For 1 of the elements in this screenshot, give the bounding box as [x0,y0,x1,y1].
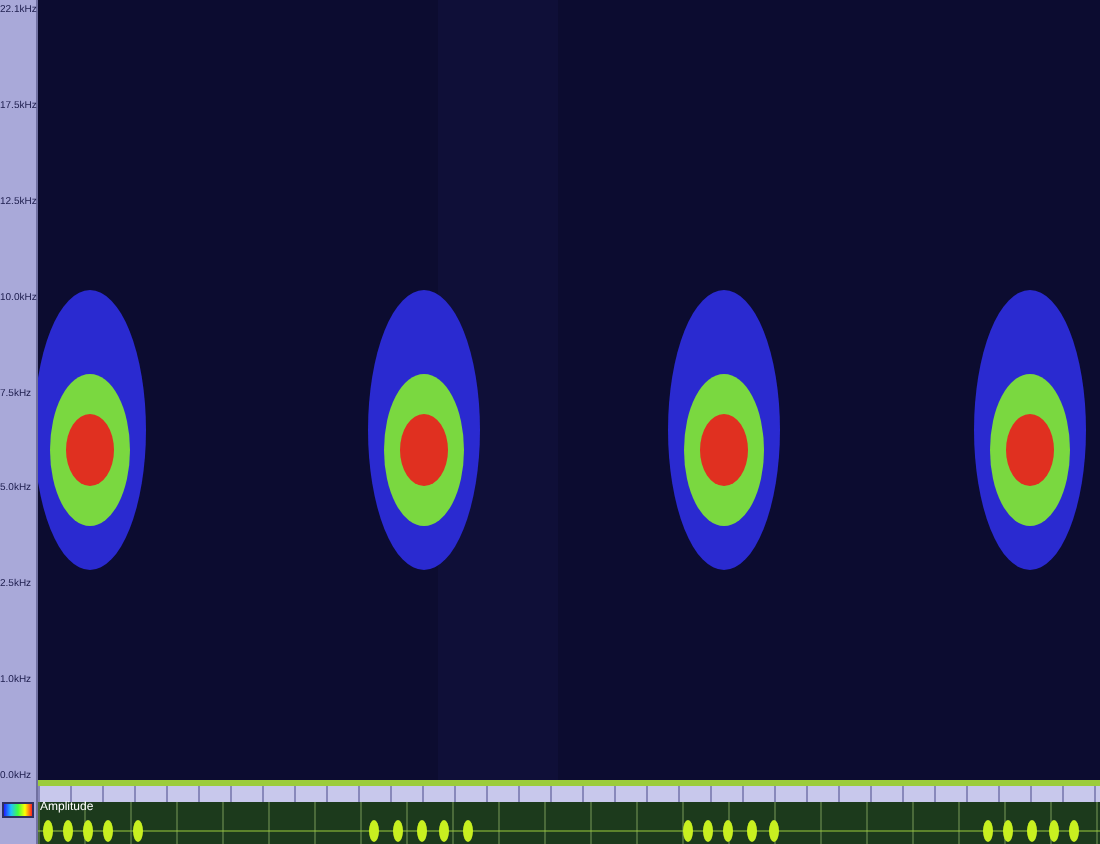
color-scale-icon [2,802,34,818]
